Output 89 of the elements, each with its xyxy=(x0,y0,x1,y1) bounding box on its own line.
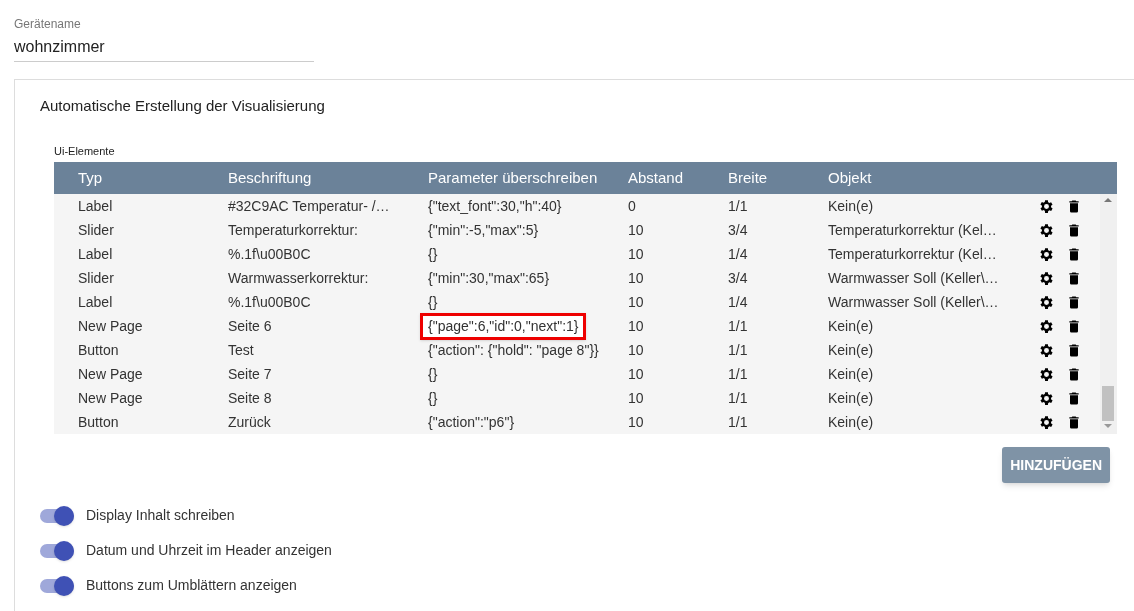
table-cell-text: Warmwasser Soll (Keller\… xyxy=(828,268,999,288)
table-cell-text: 1/1 xyxy=(728,196,748,216)
table-cell-text: 1/1 xyxy=(728,340,748,360)
table-cell-text: Slider xyxy=(78,268,114,288)
column-header: Beschriftung xyxy=(228,167,313,188)
scrollbar[interactable] xyxy=(1100,194,1117,434)
table-cell-text: 3/4 xyxy=(728,220,748,240)
table-cell-text: Temperaturkorrektur (Kel… xyxy=(828,220,997,240)
settings-icon[interactable] xyxy=(1038,413,1055,431)
table-cell-text: Temperaturkorrektur (Kel… xyxy=(828,244,997,264)
table-cell-text: 1/1 xyxy=(728,364,748,384)
settings-icon[interactable] xyxy=(1038,293,1055,311)
table-cell-text: 10 xyxy=(628,388,644,408)
settings-icon[interactable] xyxy=(1038,341,1055,359)
table-cell-text: Seite 6 xyxy=(228,316,272,336)
column-header: Typ xyxy=(78,167,104,188)
table-cell-text: {"text_font":30,"h":40} xyxy=(428,196,562,216)
table-cell-text: Label xyxy=(78,292,113,312)
settings-icon[interactable] xyxy=(1038,365,1055,383)
device-name-field[interactable]: wohnzimmer xyxy=(14,35,314,62)
table-cell-text: 10 xyxy=(628,316,644,336)
table-cell-text: Slider xyxy=(78,220,114,240)
table-cell-text: 1/1 xyxy=(728,388,748,408)
table-cell-text: 10 xyxy=(628,340,644,360)
table-cell-text: Zurück xyxy=(228,412,271,432)
table-cell-text: 10 xyxy=(628,292,644,312)
toggle-label: Buttons zum Umblättern anzeigen xyxy=(86,576,297,595)
scroll-up-icon[interactable] xyxy=(1104,198,1112,202)
table-cell-text: 1/1 xyxy=(728,412,748,432)
toggle-switch[interactable] xyxy=(40,505,74,526)
table-cell-text: 3/4 xyxy=(728,268,748,288)
table-cell-text: 1/4 xyxy=(728,244,748,264)
table-cell-text: {} xyxy=(428,292,438,312)
table-cell-text: Warmwasserkorrektur: xyxy=(228,268,369,288)
table-cell-text: {"min":-5,"max":5} xyxy=(428,220,539,240)
table-cell-text: 10 xyxy=(628,412,644,432)
table-cell-text: 1/1 xyxy=(728,316,748,336)
panel-title: Automatische Erstellung der Visualisierung xyxy=(40,96,326,116)
table-cell-text: {} xyxy=(428,244,438,264)
field-label: Gerätename xyxy=(14,16,82,33)
column-header: Breite xyxy=(728,167,769,188)
table-cell-text: 10 xyxy=(628,364,644,384)
table-cell-text: %.1f\u00B0C xyxy=(228,292,311,312)
table-cell-text: %.1f\u00B0C xyxy=(228,244,311,264)
table-cell-text: Seite 8 xyxy=(228,388,272,408)
table-cell-text: Test xyxy=(228,340,254,360)
table-cell-text: 10 xyxy=(628,244,644,264)
table-cell-text: Label xyxy=(78,244,113,264)
table-cell-text: New Page xyxy=(78,388,143,408)
table-cell-text: {"action": {"hold": "page 8"}} xyxy=(428,340,599,360)
table-cell-text: New Page xyxy=(78,316,143,336)
table-cell-text: Kein(e) xyxy=(828,388,874,408)
column-header: Parameter überschreiben xyxy=(428,167,599,188)
table-cell-text: Button xyxy=(78,340,119,360)
table-cell-text: {} xyxy=(428,364,438,384)
table-cell-text: Kein(e) xyxy=(828,316,874,336)
toggle-switch[interactable] xyxy=(40,540,74,561)
table-cell: {"page":6,"id":0,"next":1} xyxy=(420,312,587,340)
table-cell-text: {} xyxy=(428,388,438,408)
table-cell-text: {"min":30,"max":65} xyxy=(428,268,550,288)
table-cell-text: Kein(e) xyxy=(828,412,874,432)
column-header: Objekt xyxy=(828,167,873,188)
table-cell-text: 10 xyxy=(628,220,644,240)
settings-icon[interactable] xyxy=(1038,317,1055,335)
table-cell-text: Warmwasser Soll (Keller\… xyxy=(828,292,999,312)
table-cell-text: Kein(e) xyxy=(828,340,874,360)
table-cell-text: 10 xyxy=(628,268,644,288)
table-cell-text: Temperaturkorrektur: xyxy=(228,220,358,240)
table-cell-text: New Page xyxy=(78,364,143,384)
toggle-label: Display Inhalt schreiben xyxy=(86,506,235,525)
settings-icon[interactable] xyxy=(1038,245,1055,263)
settings-icon[interactable] xyxy=(1038,389,1055,407)
table-cell-text: 0 xyxy=(628,196,636,216)
toggle-switch[interactable] xyxy=(40,575,74,596)
table-cell-text: Seite 7 xyxy=(228,364,272,384)
toggle-label: Datum und Uhrzeit im Header anzeigen xyxy=(86,541,332,560)
table-cell-text: Button xyxy=(78,412,119,432)
table-cell-text: Kein(e) xyxy=(828,364,874,384)
settings-icon[interactable] xyxy=(1038,269,1055,287)
table-label: Ui-Elemente xyxy=(54,143,116,159)
table-cell-text: #32C9AC Temperatur- /… xyxy=(228,196,390,216)
table-cell-text: Label xyxy=(78,196,113,216)
settings-icon[interactable] xyxy=(1038,221,1055,239)
table-cell-text: {"action":"p6"} xyxy=(428,412,515,432)
column-header: Abstand xyxy=(628,167,685,188)
settings-icon[interactable] xyxy=(1038,197,1055,215)
table-cell-text: Kein(e) xyxy=(828,196,874,216)
table-cell-text: 1/4 xyxy=(728,292,748,312)
scroll-thumb[interactable] xyxy=(1102,386,1114,421)
